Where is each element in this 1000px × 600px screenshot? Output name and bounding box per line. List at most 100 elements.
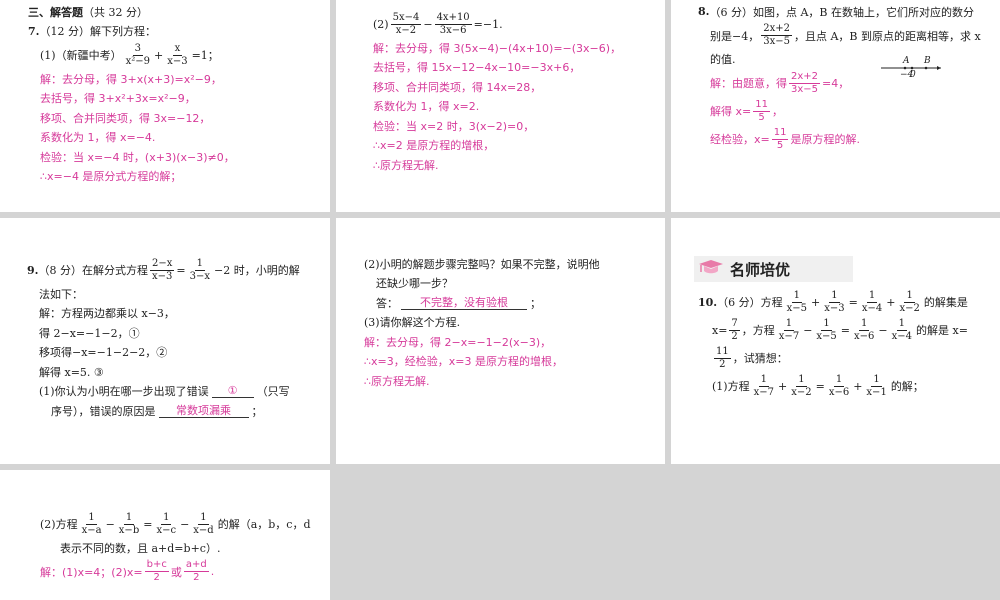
fraction: 1 x−6 — [827, 374, 851, 399]
denominator: 3x−6 — [439, 24, 467, 36]
text-run: 得 2−x=−1−2，① — [39, 326, 140, 340]
text-run: 系数化为 1，得 x=−4. — [40, 131, 156, 145]
fraction: 4x+10 3x−6 — [434, 11, 472, 37]
question-line: 得 2−x=−1−2，① — [27, 323, 330, 343]
numerator: 1 — [194, 257, 205, 271]
answer-line: 解得 x= 11 5， — [698, 97, 1000, 125]
answer-line: 解：去分母，得 3(5x−4)−(4x+10)=−(3x−6)， — [373, 38, 665, 58]
question-line: 法如下： — [27, 284, 330, 304]
answer-line: ∴x=−4 是原分式方程的解； — [28, 167, 330, 187]
text-run: 的解是 x= — [916, 324, 968, 337]
numerator: 1 — [198, 511, 209, 525]
denominator: x²−9 — [125, 55, 150, 67]
denominator: x−3 — [151, 270, 173, 282]
question-line: (2)方程 1 x−a −1 x−b = 1 x−c −1 x−d 的解（a，b，c，d — [40, 510, 330, 538]
text-run: =−1. — [473, 17, 503, 31]
point-a-label: A — [903, 56, 910, 66]
panel-q9: 9. （8 分）在解分式方程 2−x x−3 = 1 3−x −2 时，小明的解 法如下： 解：方… — [0, 218, 330, 464]
text-run: =1； — [191, 49, 219, 62]
text-run: x= — [712, 323, 728, 337]
answer-line: 系数化为 1，得 x=−4. — [28, 128, 330, 148]
fraction: 2x+2 3x−5 — [789, 71, 821, 96]
text-run: （只写 — [256, 385, 290, 399]
numerator: 1 — [796, 373, 807, 387]
answer-line: 系数化为 1，得 x=2. — [373, 97, 665, 117]
text-run: (1)你认为小明在哪一步出现了错误 — [39, 385, 209, 399]
numerator: 11 — [714, 345, 731, 359]
answer-line: 解：由题意，得 2x+2 3x−5 =4， — [698, 69, 1000, 97]
fraction: 2x+2 3x−5 — [761, 23, 792, 48]
question-line: 7. （12 分）解下列方程： — [28, 22, 330, 42]
answer-line: 解：去分母，得 2−x=−1−2(x−3)， — [364, 332, 665, 352]
text-run: ，方程 — [741, 324, 775, 337]
text-run: 经检验，x= — [710, 133, 770, 146]
answer-line: ∴原方程无解. — [364, 371, 665, 391]
numerator: 1 — [833, 373, 845, 387]
text-run: 法如下： — [39, 287, 83, 301]
numerator: x — [172, 42, 183, 56]
text-run: (2) — [373, 17, 389, 31]
fraction: 1 x−4 — [860, 290, 884, 315]
fraction: a+d 2 — [183, 559, 209, 584]
answer-line: 经检验，x= 11 5 是原方程的解. — [698, 125, 1000, 153]
text-run: 检验：当 x=−4 时，(x+3)(x−3)≠0， — [40, 150, 235, 164]
fraction: 72 — [729, 317, 740, 343]
question-line: (1)（新疆中考） 3 x²−9 + x x−3 =1； — [28, 41, 330, 69]
text-run: （6 分）如图，点 A，B 在数轴上，它们所对应的数分 — [709, 5, 974, 19]
answer-line: 解：(1)x=4；(2)x= b+c 2 或 a+d 2. — [40, 558, 330, 586]
denominator: 2 — [153, 572, 160, 583]
numerator: 1 — [758, 373, 769, 387]
panel-q7-part2: (2) 5x−4 x−2−4x+10 3x−6 =−1. 解：去分母，得 3(5x−4)−… — [336, 0, 665, 212]
point-b-label: B — [924, 56, 931, 66]
question-line: 序号），错误的原因是 常数项漏乘； — [27, 401, 330, 421]
numerator: 1 — [821, 317, 832, 331]
answer-line: 去括号，得 15x−12−4x−10=−3x+6， — [373, 58, 665, 78]
fraction: 1 x−7 — [777, 318, 801, 343]
text-run: 移项、合并同类项，得 14x=28， — [373, 80, 542, 94]
section-badge-label: 名师培优 — [730, 260, 791, 279]
denominator: x−4 — [891, 330, 913, 342]
denominator: x−7 — [753, 386, 774, 398]
answer-blank: ① — [211, 384, 254, 399]
tick-label-0: 0 — [910, 70, 916, 80]
question-line: 9. （8 分）在解分式方程 2−x x−3 = 1 3−x −2 时，小明的解 — [27, 256, 330, 284]
question-line: 解得 x=5. ③ — [27, 362, 330, 382]
text-run: 别是−4， — [710, 29, 760, 43]
denominator: x−6 — [828, 386, 850, 398]
question-line: (2)小明的解题步骤完整吗？如果不完整，说明他 — [364, 254, 665, 274]
answer-line: 检验：当 x=−4 时，(x+3)(x−3)≠0， — [28, 147, 330, 167]
fraction: x x−3 — [165, 43, 189, 68]
answer-line: 移项、合并同类项，得 3x=−12， — [28, 108, 330, 128]
question-line: x= 7 2 ，方程 1 x−7−1 x−5 = 1 x−6−1 x−4 的解是 x= — [698, 316, 1000, 344]
text-run: ∴x=2 是原方程的增根， — [373, 139, 495, 153]
numerator: 1 — [866, 289, 878, 303]
numerator: 2x+2 — [761, 23, 792, 36]
fraction: 1 x−d — [191, 512, 215, 537]
numerator: 2−x — [149, 257, 175, 271]
fraction: 5x−4 x−2 — [390, 12, 422, 37]
number-line: A B −4 0 — [881, 56, 943, 86]
numerator: 1 — [871, 373, 882, 387]
question-line: (2) 5x−4 x−2−4x+10 3x−6 =−1. — [373, 10, 665, 38]
answer-line: ∴x=3，经检验，x=3 是原方程的增根， — [364, 352, 665, 372]
denominator: x−b — [118, 524, 140, 536]
fraction: 1 x−1 — [864, 374, 888, 399]
question-line: 答： 不完整，没有验根； — [364, 293, 665, 313]
numerator: 7 — [729, 317, 740, 331]
numerator: 1 — [904, 289, 915, 303]
text-run: ； — [251, 404, 263, 418]
denominator: x−4 — [861, 302, 883, 314]
numerator: 4x+10 — [434, 11, 472, 25]
text-run: （12 分）解下列方程： — [39, 25, 156, 39]
numerator: 1 — [161, 511, 172, 525]
text-run: ，且点 A，B 到原点的距离相等，求 x — [793, 29, 981, 43]
text-run: (1)方程 — [712, 380, 750, 393]
text-run: − — [180, 517, 190, 531]
text-run: = — [815, 379, 825, 393]
question-number: 7. — [28, 24, 40, 38]
text-run: 序号），错误的原因是 — [51, 404, 156, 418]
fraction: 3 x²−9 — [124, 43, 152, 68]
text-run: ，试猜想： — [732, 352, 788, 365]
fraction: 1 3−x — [188, 258, 212, 283]
fraction: 1 x−2 — [897, 290, 921, 315]
